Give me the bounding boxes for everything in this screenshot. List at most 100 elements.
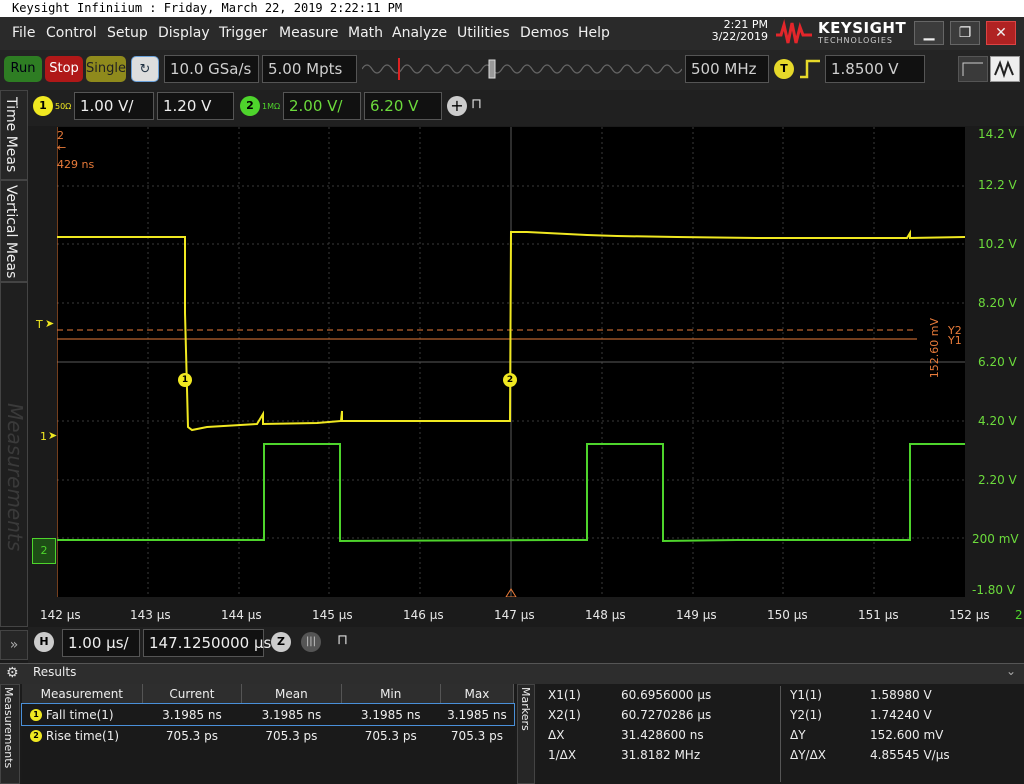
display-mode-button[interactable] (958, 56, 988, 82)
trigger-arrow-icon: ➤ (45, 317, 55, 330)
single-button[interactable]: Single (86, 56, 126, 82)
ch1-scale-field[interactable]: 1.00 V/ (74, 92, 154, 120)
bandwidth-field[interactable]: 500 MHz (685, 55, 769, 83)
row-current: 705.3 ps (165, 728, 218, 743)
table-row[interactable]: 1 Fall time(1) 3.1985 ns 3.1985 ns 3.198… (21, 702, 515, 726)
marker-dy-label: ΔY (790, 728, 806, 742)
table-row[interactable]: 2 Rise time(1) 705.3 ps 705.3 ps 705.3 p… (22, 725, 514, 746)
add-channel-icon[interactable]: + (447, 96, 467, 116)
minimize-button[interactable]: ▁ (914, 21, 944, 45)
menu-demos[interactable]: Demos (520, 25, 569, 41)
x-marker-arrow-icon: ← (57, 141, 67, 154)
maximize-button[interactable]: ❐ (950, 21, 980, 45)
results-collapse-icon[interactable]: ⌄ (1006, 664, 1016, 678)
row-measurement: 1 Fall time(1) (22, 704, 142, 726)
memory-depth-field[interactable]: 5.00 Mpts (262, 55, 357, 83)
markers-divider (780, 686, 781, 782)
ch1-waveform (57, 229, 965, 432)
results-header (0, 663, 1024, 684)
results-title: Results (33, 665, 77, 679)
measurements-side-panel[interactable]: Measurements (0, 282, 28, 627)
expand-panel-icon[interactable]: » (0, 630, 28, 660)
header-mean[interactable]: Mean (241, 684, 342, 704)
marker-y2-label: Y2(1) (790, 708, 822, 722)
ch2-offset-field[interactable]: 6.20 V (364, 92, 442, 120)
ch2-ground-marker[interactable]: 2 (32, 538, 56, 564)
row-current: 3.1985 ns (162, 707, 222, 722)
horizontal-badge[interactable]: H (34, 632, 54, 652)
measurements-table: Measurement Current Mean Min Max 1 Fall … (21, 684, 515, 746)
time-position-field[interactable]: 147.1250000 µs (143, 629, 271, 657)
rise-time-marker-badge: 2 (503, 373, 517, 387)
marker-x1-value: 60.6956000 µs (621, 688, 712, 702)
tab-vertical-meas-label: Vertical Meas (3, 185, 19, 279)
marker-inv-dx-value: 31.8182 MHz (621, 748, 701, 762)
stop-button[interactable]: Stop (45, 56, 83, 82)
zoom-icon[interactable]: Z (271, 632, 291, 652)
header-measurement[interactable]: Measurement (22, 684, 143, 704)
menu-analyze[interactable]: Analyze (392, 25, 447, 41)
pin-icon[interactable]: ⊓ (471, 96, 482, 112)
ch2-badge[interactable]: 2 (240, 96, 260, 116)
menu-trigger[interactable]: Trigger (219, 25, 267, 41)
menu-math[interactable]: Math (348, 25, 383, 41)
trigger-level-field[interactable]: 1.8500 V (825, 55, 925, 83)
menu-measure[interactable]: Measure (279, 25, 339, 41)
fall-time-marker-badge: 1 (178, 373, 192, 387)
ch1-impedance: 50Ω (55, 102, 72, 111)
sample-rate-field[interactable]: 10.0 GSa/s (164, 55, 259, 83)
header-max[interactable]: Max (440, 684, 515, 704)
header-min[interactable]: Min (341, 684, 441, 704)
x-label-150: 150 µs (767, 608, 808, 622)
y1-label: Y1 (948, 334, 962, 347)
ch1-ground-marker[interactable]: 1 (40, 430, 47, 443)
marker-dydx-label: ΔY/ΔX (790, 748, 827, 762)
marker-x2-value: 60.7270286 µs (621, 708, 712, 722)
header-current[interactable]: Current (142, 684, 243, 704)
menu-file[interactable]: File (12, 25, 35, 41)
window-title: Keysight Infiniium : Friday, March 22, 2… (0, 0, 1024, 17)
touch-mode-button[interactable] (990, 56, 1020, 82)
y-label-neg-1-80: -1.80 V (972, 583, 1016, 597)
menu-display[interactable]: Display (158, 25, 210, 41)
tab-time-meas[interactable]: Time Meas (0, 90, 28, 180)
y-label-200mv: 200 mV (972, 532, 1019, 546)
y-label-14-2: 14.2 V (978, 127, 1017, 141)
trigger-source-badge[interactable]: T (774, 59, 794, 79)
ch1-offset-field[interactable]: 1.20 V (157, 92, 234, 120)
row-measurement: 2 Rise time(1) (22, 725, 142, 746)
ch1-badge[interactable]: 1 (33, 96, 53, 116)
menu-utilities[interactable]: Utilities (457, 25, 510, 41)
trigger-level-marker[interactable]: T (36, 318, 43, 331)
marker-y1-label: Y1(1) (790, 688, 822, 702)
waveform-overview-slider[interactable] (362, 58, 682, 80)
menu-control[interactable]: Control (46, 25, 97, 41)
menu-help[interactable]: Help (578, 25, 610, 41)
waveform-display[interactable] (57, 127, 965, 597)
row-max: 705.3 ps (450, 728, 503, 743)
tab-vertical-meas[interactable]: Vertical Meas (0, 180, 28, 282)
menu-setup[interactable]: Setup (107, 25, 148, 41)
row-mean: 3.1985 ns (261, 707, 322, 722)
x-label-149: 149 µs (676, 608, 717, 622)
time-scale-field[interactable]: 1.00 µs/ (62, 629, 140, 657)
autoscale-button[interactable]: ↻ (131, 56, 159, 82)
grid-icon (962, 62, 983, 76)
run-button[interactable]: Run (4, 56, 42, 82)
ch2-scale-field[interactable]: 2.00 V/ (283, 92, 361, 120)
segments-icon[interactable]: ||| (301, 632, 321, 652)
x-label-144: 144 µs (221, 608, 262, 622)
horizontal-pin-icon[interactable]: ⊓ (337, 632, 348, 648)
y-label-12-2: 12.2 V (978, 178, 1017, 192)
results-settings-icon[interactable]: ⚙ (6, 665, 19, 681)
measurements-watermark: Measurements (3, 403, 27, 552)
marker-x1-label: X1(1) (548, 688, 581, 702)
tab-measurements[interactable]: Measurements (0, 684, 20, 784)
autoscale-icon: ↻ (139, 62, 151, 77)
tab-markers[interactable]: Markers (517, 684, 535, 784)
close-button[interactable]: ✕ (986, 21, 1016, 45)
y-label-8-20: 8.20 V (978, 296, 1017, 310)
row-min: 705.3 ps (364, 728, 417, 743)
clock: 2:21 PM 3/22/2019 (700, 19, 768, 43)
rising-edge-icon[interactable] (798, 58, 822, 80)
